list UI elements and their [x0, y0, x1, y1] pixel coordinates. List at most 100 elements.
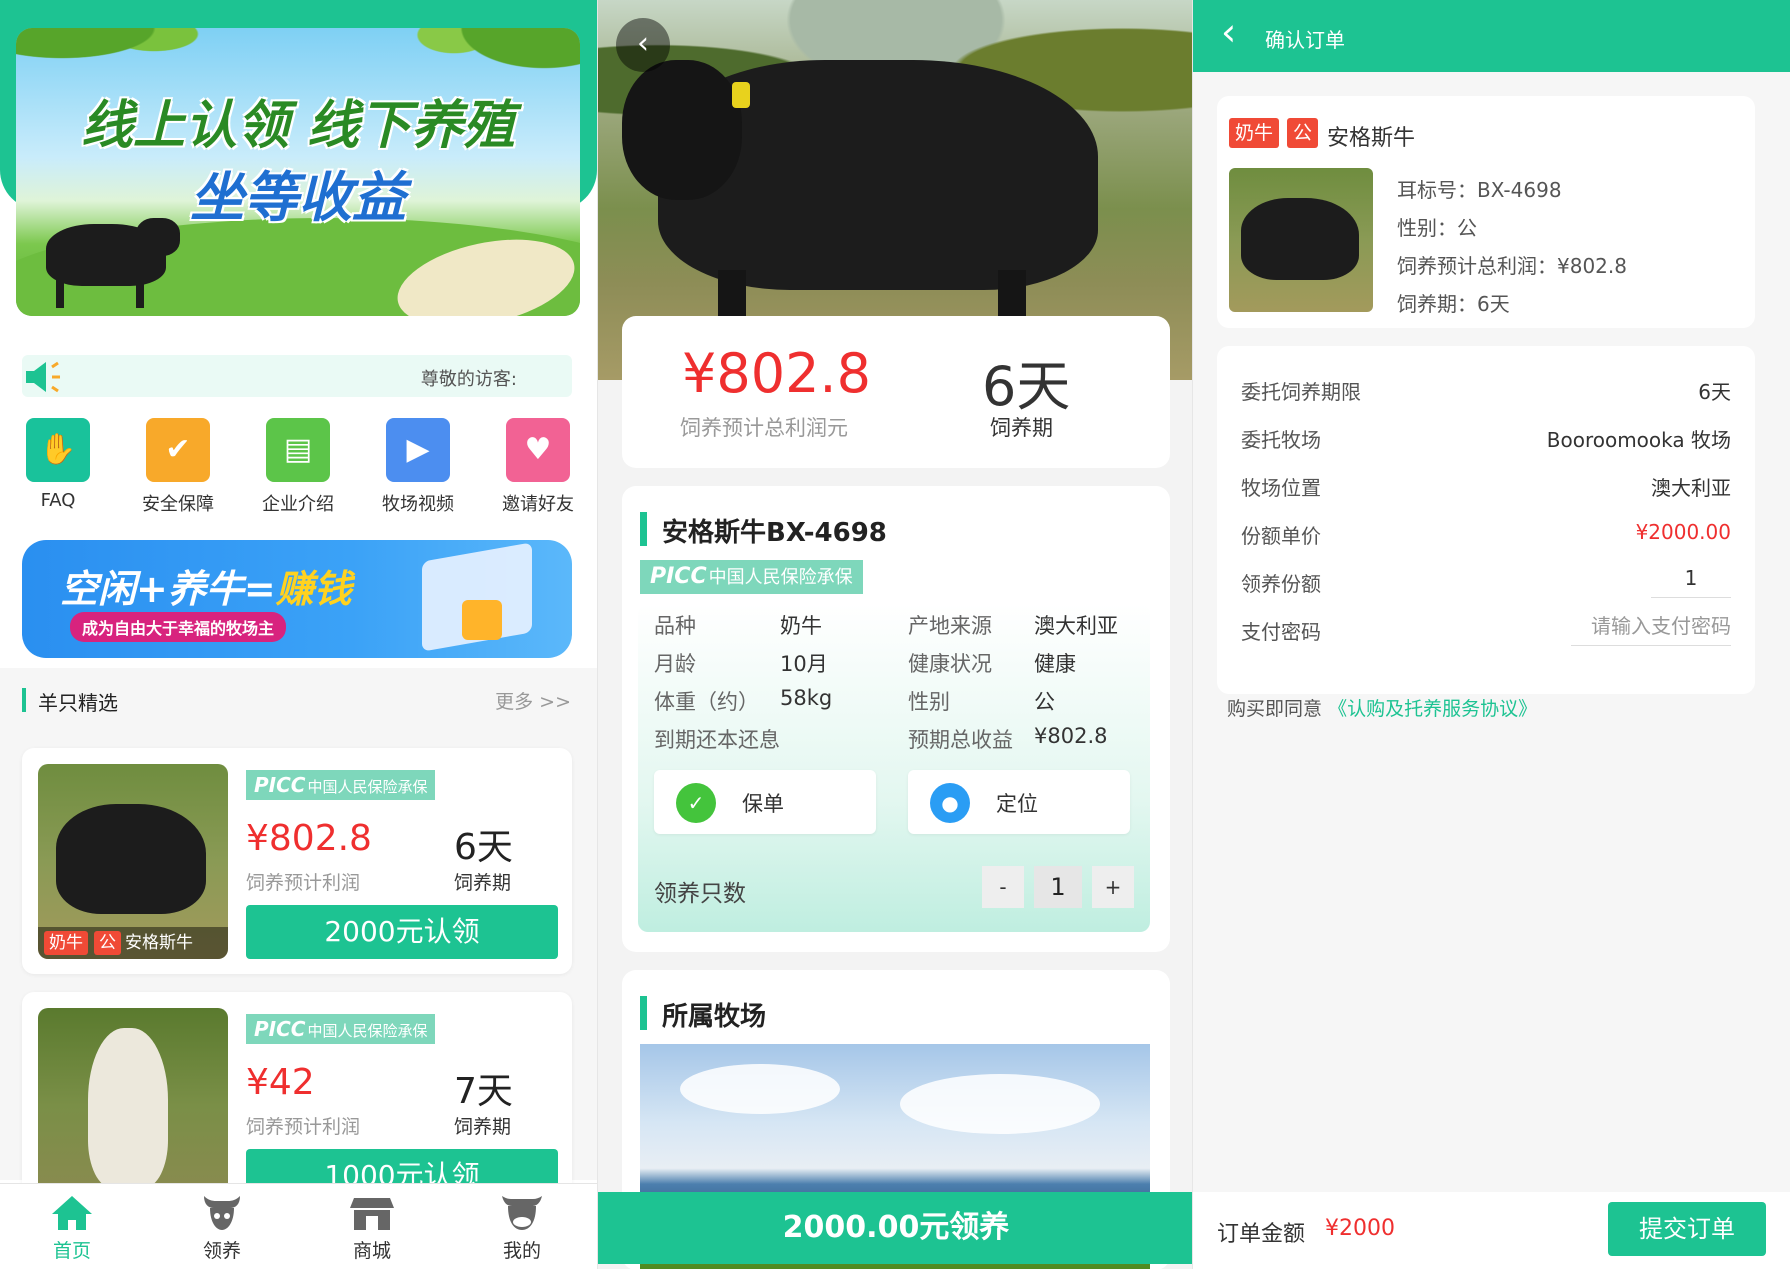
info-value: 澳大利亚	[1034, 614, 1118, 638]
form-row: 支付密码 请输入支付密码	[1217, 604, 1755, 652]
bull-head-icon	[200, 1194, 244, 1232]
section-title: 羊只精选	[38, 691, 118, 715]
unit-price-value: ¥2000.00	[1635, 520, 1731, 544]
product-days: 6天	[454, 827, 513, 868]
tab-label: 首页	[52, 1240, 91, 1262]
product-tags: 奶牛公安格斯牛	[38, 927, 228, 959]
product-card[interactable]: 奶牛公安格斯牛 PICC 中国人民保险承保 ¥802.8 6天 饲养预计利润 饲养…	[22, 748, 572, 974]
cloud-decoration	[680, 1064, 840, 1114]
order-form: 委托饲养期限 6天 委托牧场 Booroomooka 牧场 牧场位置 澳大利亚 …	[1217, 346, 1755, 694]
product-image: 奶牛公安格斯牛	[38, 764, 228, 959]
info-key: 体重（约）	[654, 690, 759, 714]
promo-title-b: 赚钱	[275, 567, 352, 611]
tag-type: 奶牛	[1229, 118, 1280, 148]
quantity-value[interactable]: 1	[1034, 866, 1082, 908]
field-label: 支付密码	[1241, 620, 1321, 644]
more-link[interactable]: 更多 >>	[495, 687, 571, 714]
tab-mine[interactable]: 我的	[472, 1194, 572, 1263]
agreement-link[interactable]: 《认购及托养服务协议》	[1328, 698, 1537, 720]
video-camera-icon: ▶	[386, 418, 450, 482]
info-value: ¥802.8	[1034, 724, 1108, 748]
quantity-minus-button[interactable]: -	[982, 866, 1024, 908]
shortcut-company[interactable]: ▤ 企业介绍	[248, 418, 348, 516]
section-header: 羊只精选 更多 >>	[0, 668, 597, 730]
shortcut-label: 安全保障	[142, 494, 214, 515]
days-label: 饲养期	[454, 1116, 512, 1138]
field-label: 牧场位置	[1241, 476, 1321, 500]
cow-illustration	[56, 804, 206, 914]
form-row: 委托牧场 Booroomooka 牧场	[1217, 412, 1755, 460]
gift-invite-icon: ♥	[506, 418, 570, 482]
insurance-badge: PICC 中国人民保险承保	[640, 560, 863, 594]
period-label: 饲养期	[990, 416, 1053, 440]
shield-check-icon: ✔	[146, 418, 210, 482]
form-row: 牧场位置 澳大利亚	[1217, 460, 1755, 508]
period-value: 6天	[982, 355, 1071, 418]
handshake-icon: ✋	[26, 418, 90, 482]
product-price: ¥42	[246, 1062, 315, 1103]
shortcut-label: 牧场视频	[382, 494, 454, 515]
form-row: 领养份额 1	[1217, 556, 1755, 604]
price-label: 饲养预计利润	[246, 1116, 361, 1138]
total-profit-label: 饲养预计总利润元	[680, 416, 848, 440]
banner-subtitle: 坐等收益	[190, 166, 406, 229]
back-button[interactable]: ‹	[616, 18, 670, 72]
form-row: 份额单价 ¥2000.00	[1217, 508, 1755, 556]
submit-order-button[interactable]: 提交订单	[1608, 1202, 1766, 1256]
field-label: 委托饲养期限	[1241, 380, 1361, 404]
insurance-badge: PICC 中国人民保险承保	[246, 1014, 436, 1044]
cow-head	[136, 218, 180, 256]
adopt-button[interactable]: 2000.00元领养	[598, 1192, 1192, 1264]
info-value: 健康	[1034, 652, 1076, 676]
chevron-left-icon[interactable]: ‹	[1221, 10, 1236, 54]
order-screen: ‹ 确认订单 奶牛 公 安格斯牛 耳标号：BX-4698 性别：公 饲养预计总利…	[1193, 0, 1790, 1269]
sheep-illustration	[88, 1028, 168, 1188]
section-accent-bar	[640, 512, 647, 546]
detail-screen: ‹ ¥802.8 饲养预计总利润元 6天 饲养期 安格斯牛BX-4698 PIC…	[597, 0, 1193, 1269]
promo-banner[interactable]: 空闲+养牛=赚钱 成为自由大于幸福的牧场主	[22, 540, 572, 658]
notice-bar[interactable]: 尊敬的访客:	[22, 355, 572, 397]
total-label: 订单金额	[1217, 1222, 1306, 1247]
share-quantity-input[interactable]: 1	[1651, 558, 1731, 598]
info-row: 月龄 10月 健康状况 健康	[638, 648, 1150, 686]
hero-banner[interactable]: 线上认领 线下养殖 坐等收益	[16, 28, 580, 316]
home-icon	[50, 1194, 94, 1232]
info-key: 到期还本还息	[654, 728, 780, 752]
promo-illustration	[462, 600, 502, 640]
claim-button[interactable]: 2000元认领	[246, 905, 558, 959]
insurance-text: 中国人民保险承保	[307, 778, 428, 796]
shortcut-label: 邀请好友	[502, 494, 574, 515]
order-product-card: 奶牛 公 安格斯牛 耳标号：BX-4698 性别：公 饲养预计总利润：¥802.…	[1217, 96, 1755, 328]
tab-label: 商城	[352, 1240, 391, 1262]
price-label: 饲养预计利润	[246, 872, 361, 894]
price-card: ¥802.8 饲养预计总利润元 6天 饲养期	[622, 316, 1170, 468]
sex-line: 性别：公	[1397, 216, 1477, 240]
bull-face-icon	[500, 1194, 544, 1232]
profit-line: 饲养预计总利润：¥802.8	[1397, 254, 1627, 278]
shortcut-faq[interactable]: ✋ FAQ	[8, 418, 108, 511]
tab-home[interactable]: 首页	[22, 1194, 122, 1263]
total-amount: ¥2000	[1325, 1216, 1395, 1241]
shortcut-invite[interactable]: ♥ 邀请好友	[488, 418, 588, 516]
product-name: 安格斯牛	[125, 933, 193, 953]
tab-store[interactable]: 商城	[322, 1194, 422, 1263]
notice-text: 尊敬的访客:	[420, 369, 517, 390]
field-label: 领养份额	[1241, 572, 1321, 596]
info-key: 月龄	[654, 652, 696, 676]
tab-adopt[interactable]: 领养	[172, 1194, 272, 1263]
farm-title: 所属牧场	[662, 1002, 767, 1032]
field-value: 澳大利亚	[1651, 476, 1731, 500]
detail-card: 安格斯牛BX-4698 PICC 中国人民保险承保 品种 奶牛 产地来源 澳大利亚 月…	[622, 486, 1170, 952]
policy-button[interactable]: ✓ 保单	[654, 770, 876, 834]
payment-password-input[interactable]: 请输入支付密码	[1571, 606, 1731, 646]
location-button[interactable]: ● 定位	[908, 770, 1130, 834]
quantity-plus-button[interactable]: +	[1092, 866, 1134, 908]
insurance-badge: PICC 中国人民保险承保	[246, 770, 436, 800]
cloud-decoration	[900, 1074, 1100, 1134]
shortcut-video[interactable]: ▶ 牧场视频	[368, 418, 468, 516]
tag-sex: 公	[1287, 118, 1319, 148]
agreement-prefix: 购买即同意	[1227, 698, 1323, 720]
shortcut-security[interactable]: ✔ 安全保障	[128, 418, 228, 516]
ear-tag-line: 耳标号：BX-4698	[1397, 178, 1562, 202]
page-title: 确认订单	[1265, 28, 1345, 52]
